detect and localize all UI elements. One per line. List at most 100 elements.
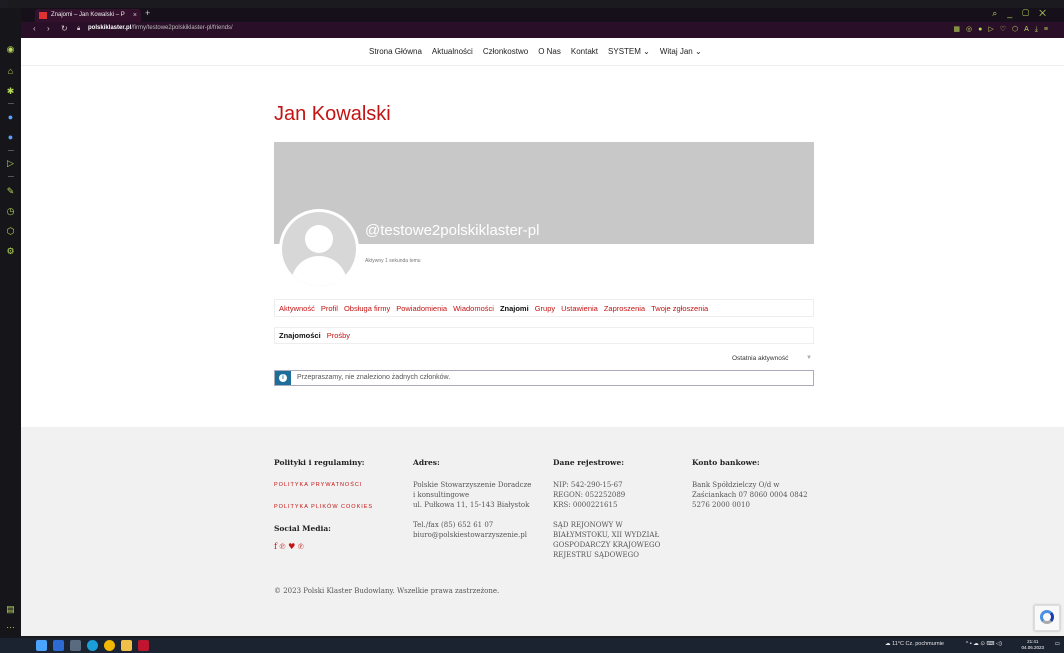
tray-icons[interactable]: ^ ▪ ☁ ⊙ ⌨ ◁) bbox=[966, 641, 1002, 647]
cookies-policy-link[interactable]: POLITYKA PLIKÓW COOKIES bbox=[274, 502, 373, 512]
order-by-select[interactable]: Ostatnia aktywność ▼ bbox=[726, 352, 814, 365]
forward-icon[interactable]: › bbox=[47, 24, 50, 33]
address-line: i konsultingowe bbox=[413, 491, 470, 499]
registry-heading: Dane rejestrowe: bbox=[553, 458, 625, 467]
reload-icon[interactable]: ↻ bbox=[61, 24, 68, 33]
back-icon[interactable]: ‹ bbox=[33, 24, 36, 33]
url-field[interactable]: polskiklaster.pl/firmy/testowe2polskikla… bbox=[88, 25, 233, 31]
edit-icon[interactable]: ✎ bbox=[5, 186, 16, 197]
nip-text: NIP: 542-290-15-67 bbox=[553, 481, 623, 489]
site-nav: Strona Główna Aktualności Członkostwo O … bbox=[21, 38, 1064, 66]
cube-icon[interactable]: ⬡ bbox=[5, 226, 16, 237]
twitter-icon[interactable]: ♥ bbox=[288, 542, 295, 551]
tab-submissions[interactable]: Twoje zgłoszenia bbox=[651, 304, 708, 313]
history-icon[interactable]: ◷ bbox=[5, 206, 16, 217]
nav-item-user[interactable]: Witaj Jan ⌄ bbox=[660, 47, 702, 56]
url-path: /firmy/testowe2polskiklaster-pl/friends/ bbox=[131, 25, 233, 31]
speed-dial-icon[interactable]: ◉ bbox=[5, 44, 16, 55]
recaptcha-icon bbox=[1040, 610, 1054, 624]
court-text: BIAŁYMSTOKU, XII WYDZIAŁ bbox=[553, 531, 660, 539]
file-explorer-icon[interactable] bbox=[121, 640, 132, 651]
cover-image bbox=[274, 142, 814, 244]
sidebar-separator bbox=[8, 150, 14, 151]
recaptcha-badge[interactable] bbox=[1034, 605, 1060, 631]
tab-title: Znajomi – Jan Kowalski – P bbox=[51, 12, 125, 18]
tab-groups[interactable]: Grupy bbox=[535, 304, 555, 313]
tab-messages[interactable]: Wiadomości bbox=[453, 304, 494, 313]
profile-username: @testowe2polskiklaster-pl bbox=[365, 222, 540, 239]
address-line: ul. Pułkowa 11, 15-143 Białystok bbox=[413, 501, 530, 509]
tab-invitations[interactable]: Zaproszenia bbox=[604, 304, 645, 313]
sidebar-separator bbox=[8, 176, 14, 177]
nav-item-system[interactable]: SYSTEM ⌄ bbox=[608, 47, 650, 56]
taskbar-apps bbox=[36, 640, 149, 651]
weather-status[interactable]: ☁︎ 11°C Cz. pochmurnie bbox=[885, 641, 944, 647]
tab-requests[interactable]: Prośby bbox=[327, 331, 350, 340]
nav-item-membership[interactable]: Członkostwo bbox=[483, 47, 528, 56]
info-icon: i bbox=[275, 371, 291, 385]
friends-subnav: Znajomości Prośby bbox=[274, 327, 814, 344]
tab-profile[interactable]: Profil bbox=[321, 304, 338, 313]
social-heading: Social Media: bbox=[274, 524, 331, 533]
new-tab-icon[interactable]: + bbox=[145, 8, 150, 18]
tab-company[interactable]: Obsługa firmy bbox=[344, 304, 390, 313]
chrome-icon[interactable] bbox=[104, 640, 115, 651]
extension-icons[interactable]: ▦◎●▷♡⬡A⤓≡ bbox=[953, 25, 1054, 34]
avatar[interactable] bbox=[279, 209, 359, 289]
tab-notifications[interactable]: Powiadomienia bbox=[396, 304, 447, 313]
share-icon[interactable]: ℗ bbox=[298, 542, 304, 551]
nav-item-home[interactable]: Strona Główna bbox=[369, 47, 422, 56]
url-domain: polskiklaster.pl bbox=[88, 25, 132, 31]
browser-tab[interactable]: Znajomi – Jan Kowalski – P × bbox=[35, 9, 141, 22]
more-icon[interactable]: … bbox=[5, 620, 16, 631]
regon-text: REGON: 052252089 bbox=[553, 491, 626, 499]
gamepad-icon[interactable]: ✱ bbox=[5, 86, 16, 97]
policies-heading: Polityki i regulaminy: bbox=[274, 458, 365, 467]
edge-icon[interactable] bbox=[87, 640, 98, 651]
main-content: Jan Kowalski @testowe2polskiklaster-pl A… bbox=[21, 66, 1064, 460]
nav-item-about[interactable]: O Nas bbox=[538, 47, 561, 56]
address-bar: ‹ › ↻ 🔒︎ polskiklaster.pl/firmy/testowe2… bbox=[21, 22, 1064, 38]
window-controls[interactable]: ⌕_▢✕ bbox=[992, 8, 1056, 19]
email-link[interactable]: biuro@polskiestowarzyszenie.pl bbox=[413, 530, 531, 540]
chevron-down-icon: ▼ bbox=[806, 355, 812, 361]
tab-activity[interactable]: Aktywność bbox=[279, 304, 315, 313]
facebook-icon[interactable]: f bbox=[274, 542, 277, 551]
address-heading: Adres: bbox=[413, 458, 440, 467]
footer: Polityki i regulaminy: POLITYKA PRYWATNO… bbox=[21, 427, 1064, 636]
taskbar: ☁︎ 11°C Cz. pochmurnie ^ ▪ ☁ ⊙ ⌨ ◁) 21:4… bbox=[0, 638, 1064, 653]
start-icon[interactable] bbox=[53, 640, 64, 651]
nav-item-news[interactable]: Aktualności bbox=[432, 47, 473, 56]
weather-text: 11°C Cz. pochmurnie bbox=[892, 641, 944, 647]
nav-item-contact[interactable]: Kontakt bbox=[571, 47, 598, 56]
privacy-policy-link[interactable]: POLITYKA PRYWATNOŚCI bbox=[274, 480, 373, 490]
clock[interactable]: 21:41 04.06.2023 bbox=[1021, 639, 1044, 651]
telegram-icon[interactable]: ● bbox=[5, 132, 16, 143]
cloud-icon: ☁︎ bbox=[885, 641, 893, 647]
settings-icon[interactable]: ⚙ bbox=[5, 246, 16, 257]
social-icons: f ℗ ♥ ℗ bbox=[274, 542, 373, 552]
task-view-icon[interactable] bbox=[70, 640, 81, 651]
notice-text: Przepraszamy, nie znaleziono żadnych czł… bbox=[297, 374, 451, 381]
pinterest-icon[interactable]: ℗ bbox=[280, 542, 286, 551]
weather-widget-icon[interactable] bbox=[36, 640, 47, 651]
shopping-icon[interactable]: ⌂ bbox=[5, 66, 16, 77]
tab-strip: Znajomi – Jan Kowalski – P × + bbox=[21, 8, 1064, 22]
tab-friendships[interactable]: Znajomości bbox=[279, 331, 321, 340]
bank-heading: Konto bankowe: bbox=[692, 458, 760, 467]
player-icon[interactable]: ▷ bbox=[5, 158, 16, 169]
footer-policies: Polityki i regulaminy: POLITYKA PRYWATNO… bbox=[274, 458, 373, 552]
tab-friends[interactable]: Znajomi bbox=[500, 304, 529, 313]
bank-line: Bank Spółdzielczy O/d w bbox=[692, 481, 780, 489]
tab-settings[interactable]: Ustawienia bbox=[561, 304, 598, 313]
sidebar-panel-icon[interactable]: ▤ bbox=[5, 604, 16, 615]
footer-address: Adres: Polskie Stowarzyszenie Doradcze i… bbox=[413, 458, 531, 540]
krs-text: KRS: 0000221615 bbox=[553, 501, 618, 509]
opera-gx-icon[interactable] bbox=[138, 640, 149, 651]
notifications-icon[interactable]: ▭ bbox=[1055, 641, 1060, 647]
order-by-value: Ostatnia aktywność bbox=[732, 355, 789, 362]
court-text: SĄD REJONOWY W bbox=[553, 521, 623, 529]
footer-bank: Konto bankowe: Bank Spółdzielczy O/d w Z… bbox=[692, 458, 808, 510]
close-icon[interactable]: × bbox=[133, 9, 137, 22]
messenger-icon[interactable]: ● bbox=[5, 112, 16, 123]
